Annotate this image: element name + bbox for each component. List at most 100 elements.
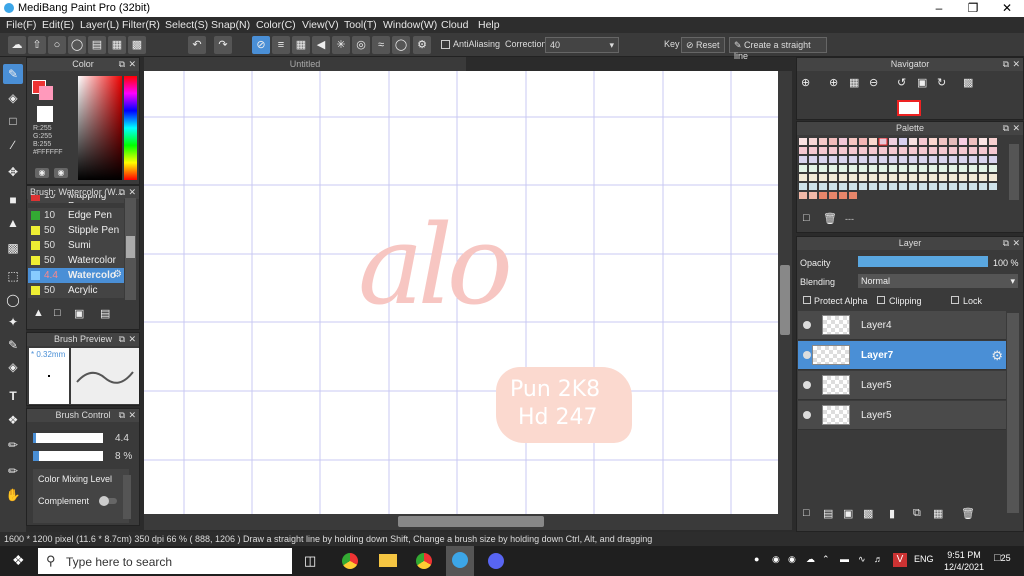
- trash-icon[interactable]: 🗑: [823, 212, 837, 225]
- crisscross-snap-icon[interactable]: ▦: [292, 36, 310, 54]
- new-halftone-layer-icon[interactable]: ▩: [863, 507, 873, 520]
- clipping-checkbox[interactable]: [877, 296, 885, 304]
- brush-item-selected[interactable]: 4.4 Watercolo ⚙: [28, 268, 124, 283]
- color-add-icon[interactable]: ◉: [35, 168, 49, 178]
- gradient-tool-icon[interactable]: ▩: [3, 238, 23, 258]
- background-color[interactable]: [39, 86, 53, 100]
- color-saturation-square[interactable]: [78, 76, 122, 180]
- blending-select[interactable]: Normal ▾: [858, 274, 1018, 288]
- select-eraser-tool-icon[interactable]: ◈: [3, 357, 23, 377]
- canvas[interactable]: alo Pun 2K8 Hd 247: [144, 71, 778, 514]
- navigator-preview[interactable]: [897, 100, 921, 116]
- vpn-icon[interactable]: V: [893, 553, 907, 567]
- grid-icon[interactable]: ▦: [108, 36, 126, 54]
- brush-item[interactable]: 50 Sumi: [28, 238, 124, 253]
- network-icon[interactable]: ▬: [840, 554, 849, 564]
- zoom-out-icon[interactable]: ⊖: [869, 76, 878, 89]
- select-tool-icon[interactable]: ⬚: [3, 266, 23, 286]
- close-button[interactable]: ✕: [990, 0, 1024, 17]
- cloud-icon[interactable]: ☁: [8, 36, 26, 54]
- close-icon[interactable]: ✕: [1012, 122, 1020, 135]
- fill-rect-tool-icon[interactable]: ■: [3, 190, 23, 210]
- correction-select[interactable]: 40 ▾: [545, 37, 619, 53]
- new-layer-8bit-icon[interactable]: ▤: [823, 507, 833, 520]
- zoom-in-icon[interactable]: ⊕: [801, 76, 810, 89]
- undo-icon[interactable]: ↶: [188, 36, 206, 54]
- dock-icon[interactable]: ⧉: [1003, 122, 1009, 135]
- menu-tool[interactable]: Tool(T): [344, 19, 377, 31]
- layer-item[interactable]: Layer4: [798, 311, 1006, 340]
- eye-icon[interactable]: [803, 411, 811, 419]
- brush-list-scrollbar[interactable]: [125, 198, 136, 300]
- menu-view[interactable]: View(V): [302, 19, 339, 31]
- transparent-color[interactable]: [37, 106, 53, 122]
- palette-new-icon[interactable]: □: [803, 212, 810, 224]
- select-pen-tool-icon[interactable]: ✎: [3, 335, 23, 355]
- protect-alpha-checkbox[interactable]: [803, 296, 811, 304]
- chat-icon[interactable]: ◯: [68, 36, 86, 54]
- menu-select[interactable]: Select(S): [165, 19, 208, 31]
- fit-icon[interactable]: ▦: [849, 76, 859, 89]
- brush-settings-icon[interactable]: ▤: [100, 307, 110, 320]
- brush-item[interactable]: 50 Watercolor: [28, 253, 124, 268]
- share-icon[interactable]: ⇧: [28, 36, 46, 54]
- canvas-hscrollbar[interactable]: [144, 514, 792, 530]
- brush-copy-icon[interactable]: ▣: [74, 307, 84, 320]
- notification-center[interactable]: □25: [994, 552, 1011, 564]
- menu-snap[interactable]: Snap(N): [211, 19, 250, 31]
- dock-icon[interactable]: ⧉: [1003, 237, 1009, 250]
- reset-rotation-icon[interactable]: ▣: [917, 76, 927, 89]
- taskbar-search[interactable]: ⚲ Type here to search: [38, 548, 292, 574]
- reset-button[interactable]: ⊘ Reset: [681, 37, 725, 53]
- close-icon[interactable]: ✕: [128, 333, 136, 346]
- dock-icon[interactable]: ⧉: [1003, 58, 1009, 71]
- minimize-button[interactable]: –: [922, 0, 956, 17]
- document-icon[interactable]: ▤: [88, 36, 106, 54]
- brush-item[interactable]: 10 Edge Pen: [28, 208, 124, 223]
- brush-item[interactable]: 50 Stipple Pen: [28, 223, 124, 238]
- bucket-tool-icon[interactable]: ▲: [3, 213, 23, 233]
- language-indicator[interactable]: ENG: [914, 554, 934, 564]
- layer-item[interactable]: Layer5: [798, 401, 1006, 430]
- brush-opacity-slider[interactable]: [33, 451, 103, 461]
- create-straight-line-button[interactable]: ✎ Create a straight line: [729, 37, 827, 61]
- onedrive-icon[interactable]: ☁: [806, 554, 815, 565]
- close-icon[interactable]: ✕: [1012, 237, 1020, 250]
- eye-icon[interactable]: [803, 321, 811, 329]
- dropper2-tool-icon[interactable]: ✏: [3, 461, 23, 481]
- layer-scrollbar[interactable]: [1007, 313, 1019, 513]
- task-view-icon[interactable]: ◫: [304, 553, 316, 569]
- discord-icon[interactable]: [488, 553, 504, 569]
- discord-tray-icon[interactable]: ◉: [788, 554, 796, 565]
- canvas-tab[interactable]: Untitled: [144, 57, 466, 71]
- circle-snap-icon[interactable]: ◎: [352, 36, 370, 54]
- redo-icon[interactable]: ↷: [214, 36, 232, 54]
- new-layer-icon[interactable]: □: [803, 507, 810, 519]
- flip-icon[interactable]: ▩: [963, 76, 973, 89]
- snap-off-icon[interactable]: ⊘: [252, 36, 270, 54]
- menu-color[interactable]: Color(C): [256, 19, 296, 31]
- chrome-icon-2[interactable]: [416, 553, 432, 569]
- menu-window[interactable]: Window(W): [383, 19, 437, 31]
- layer-item[interactable]: Layer5: [798, 371, 1006, 400]
- menu-file[interactable]: File(F): [6, 19, 36, 31]
- chevron-up-icon[interactable]: ⌃: [822, 554, 830, 565]
- ring-snap-icon[interactable]: ◯: [392, 36, 410, 54]
- complement-toggle[interactable]: [99, 496, 117, 506]
- eye-icon[interactable]: [803, 381, 811, 389]
- dock-icon[interactable]: ⧉: [119, 58, 125, 71]
- dropper-tool-icon[interactable]: ✏: [3, 435, 23, 455]
- brush-control-scrollbar[interactable]: [123, 475, 131, 519]
- clock[interactable]: 9:51 PM 12/4/2021: [944, 549, 984, 573]
- brush-size-slider[interactable]: [33, 433, 103, 443]
- tiles-icon[interactable]: ▩: [128, 36, 146, 54]
- brush-new-icon[interactable]: □: [54, 307, 61, 319]
- hue-slider[interactable]: [124, 76, 137, 180]
- shape-tool-icon[interactable]: □: [3, 111, 23, 131]
- close-icon[interactable]: ✕: [128, 58, 136, 71]
- lock-checkbox[interactable]: [951, 296, 959, 304]
- gear-icon[interactable]: ⚙: [991, 348, 1003, 364]
- radial-snap-icon[interactable]: ✳: [332, 36, 350, 54]
- folder-icon[interactable]: ▮: [889, 507, 895, 520]
- menu-layer[interactable]: Layer(L): [80, 19, 119, 31]
